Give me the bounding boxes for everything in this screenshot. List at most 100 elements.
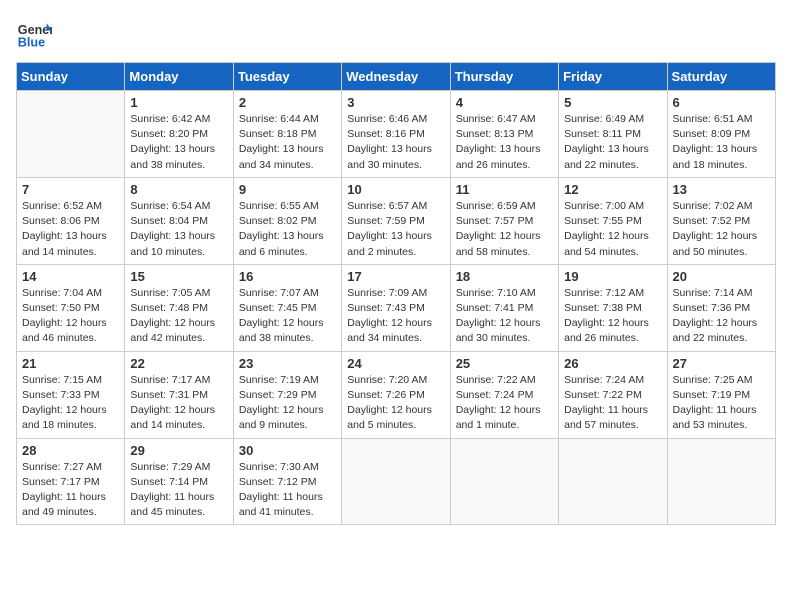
day-header-saturday: Saturday bbox=[667, 63, 775, 91]
day-number: 28 bbox=[22, 443, 119, 458]
day-number: 18 bbox=[456, 269, 553, 284]
cell-info: Sunrise: 6:46 AM Sunset: 8:16 PM Dayligh… bbox=[347, 112, 444, 173]
cell-info: Sunrise: 7:10 AM Sunset: 7:41 PM Dayligh… bbox=[456, 286, 553, 347]
day-number: 6 bbox=[673, 95, 770, 110]
calendar-cell bbox=[450, 438, 558, 525]
day-number: 29 bbox=[130, 443, 227, 458]
cell-info: Sunrise: 7:20 AM Sunset: 7:26 PM Dayligh… bbox=[347, 373, 444, 434]
cell-info: Sunrise: 6:55 AM Sunset: 8:02 PM Dayligh… bbox=[239, 199, 336, 260]
day-header-monday: Monday bbox=[125, 63, 233, 91]
cell-info: Sunrise: 7:17 AM Sunset: 7:31 PM Dayligh… bbox=[130, 373, 227, 434]
calendar-cell: 19Sunrise: 7:12 AM Sunset: 7:38 PM Dayli… bbox=[559, 264, 667, 351]
cell-info: Sunrise: 7:22 AM Sunset: 7:24 PM Dayligh… bbox=[456, 373, 553, 434]
day-number: 30 bbox=[239, 443, 336, 458]
cell-info: Sunrise: 7:30 AM Sunset: 7:12 PM Dayligh… bbox=[239, 460, 336, 521]
calendar-cell: 12 Sunrise: 7:00 AM Sunset: 7:55 PM Dayli… bbox=[559, 177, 667, 264]
day-number: 10 bbox=[347, 182, 444, 197]
day-number: 5 bbox=[564, 95, 661, 110]
cell-info: Sunrise: 6:42 AM Sunset: 8:20 PM Dayligh… bbox=[130, 112, 227, 173]
day-number: 27 bbox=[673, 356, 770, 371]
calendar-cell: 13 Sunrise: 7:02 AM Sunset: 7:52 PM Dayli… bbox=[667, 177, 775, 264]
calendar-cell: 26Sunrise: 7:24 AM Sunset: 7:22 PM Dayli… bbox=[559, 351, 667, 438]
day-number: 24 bbox=[347, 356, 444, 371]
calendar-cell: 27 Sunrise: 7:25 AM Sunset: 7:19 PM Dayli… bbox=[667, 351, 775, 438]
day-number: 22 bbox=[130, 356, 227, 371]
day-number: 2 bbox=[239, 95, 336, 110]
cell-info: Sunrise: 7:27 AM Sunset: 7:17 PM Dayligh… bbox=[22, 460, 119, 521]
calendar-week-row: 21 Sunrise: 7:15 AM Sunset: 7:33 PM Dayli… bbox=[17, 351, 776, 438]
cell-info: Sunrise: 6:47 AM Sunset: 8:13 PM Dayligh… bbox=[456, 112, 553, 173]
day-number: 12 bbox=[564, 182, 661, 197]
day-header-tuesday: Tuesday bbox=[233, 63, 341, 91]
calendar-cell: 28 Sunrise: 7:27 AM Sunset: 7:17 PM Dayli… bbox=[17, 438, 125, 525]
calendar-cell: 6 Sunrise: 6:51 AM Sunset: 8:09 PM Daylig… bbox=[667, 91, 775, 178]
day-number: 20 bbox=[673, 269, 770, 284]
calendar-table: SundayMondayTuesdayWednesdayThursdayFrid… bbox=[16, 62, 776, 525]
day-header-wednesday: Wednesday bbox=[342, 63, 450, 91]
cell-info: Sunrise: 7:15 AM Sunset: 7:33 PM Dayligh… bbox=[22, 373, 119, 434]
day-number: 15 bbox=[130, 269, 227, 284]
calendar-cell: 24 Sunrise: 7:20 AM Sunset: 7:26 PM Dayli… bbox=[342, 351, 450, 438]
calendar-cell: 8 Sunrise: 6:54 AM Sunset: 8:04 PM Daylig… bbox=[125, 177, 233, 264]
calendar-cell: 20Sunrise: 7:14 AM Sunset: 7:36 PM Dayli… bbox=[667, 264, 775, 351]
calendar-cell: 17 Sunrise: 7:09 AM Sunset: 7:43 PM Dayli… bbox=[342, 264, 450, 351]
logo-icon: General Blue bbox=[16, 16, 52, 52]
cell-info: Sunrise: 6:49 AM Sunset: 8:11 PM Dayligh… bbox=[564, 112, 661, 173]
day-number: 3 bbox=[347, 95, 444, 110]
cell-info: Sunrise: 7:00 AM Sunset: 7:55 PM Dayligh… bbox=[564, 199, 661, 260]
day-number: 14 bbox=[22, 269, 119, 284]
calendar-cell: 3 Sunrise: 6:46 AM Sunset: 8:16 PM Daylig… bbox=[342, 91, 450, 178]
calendar-cell: 23 Sunrise: 7:19 AM Sunset: 7:29 PM Dayli… bbox=[233, 351, 341, 438]
cell-info: Sunrise: 7:02 AM Sunset: 7:52 PM Dayligh… bbox=[673, 199, 770, 260]
calendar-cell: 30 Sunrise: 7:30 AM Sunset: 7:12 PM Dayli… bbox=[233, 438, 341, 525]
cell-info: Sunrise: 6:54 AM Sunset: 8:04 PM Dayligh… bbox=[130, 199, 227, 260]
calendar-cell: 21 Sunrise: 7:15 AM Sunset: 7:33 PM Dayli… bbox=[17, 351, 125, 438]
calendar-cell: 14 Sunrise: 7:04 AM Sunset: 7:50 PM Dayli… bbox=[17, 264, 125, 351]
cell-info: Sunrise: 6:51 AM Sunset: 8:09 PM Dayligh… bbox=[673, 112, 770, 173]
day-number: 23 bbox=[239, 356, 336, 371]
day-number: 19 bbox=[564, 269, 661, 284]
calendar-cell bbox=[17, 91, 125, 178]
day-number: 11 bbox=[456, 182, 553, 197]
cell-info: Sunrise: 6:57 AM Sunset: 7:59 PM Dayligh… bbox=[347, 199, 444, 260]
calendar-cell: 9 Sunrise: 6:55 AM Sunset: 8:02 PM Daylig… bbox=[233, 177, 341, 264]
calendar-cell: 25 Sunrise: 7:22 AM Sunset: 7:24 PM Dayli… bbox=[450, 351, 558, 438]
calendar-cell: 16 Sunrise: 7:07 AM Sunset: 7:45 PM Dayli… bbox=[233, 264, 341, 351]
day-number: 1 bbox=[130, 95, 227, 110]
cell-info: Sunrise: 7:07 AM Sunset: 7:45 PM Dayligh… bbox=[239, 286, 336, 347]
day-number: 26 bbox=[564, 356, 661, 371]
day-number: 25 bbox=[456, 356, 553, 371]
day-header-friday: Friday bbox=[559, 63, 667, 91]
cell-info: Sunrise: 7:25 AM Sunset: 7:19 PM Dayligh… bbox=[673, 373, 770, 434]
calendar-cell: 7Sunrise: 6:52 AM Sunset: 8:06 PM Daylig… bbox=[17, 177, 125, 264]
day-number: 21 bbox=[22, 356, 119, 371]
day-number: 9 bbox=[239, 182, 336, 197]
calendar-cell: 2 Sunrise: 6:44 AM Sunset: 8:18 PM Daylig… bbox=[233, 91, 341, 178]
calendar-cell: 10 Sunrise: 6:57 AM Sunset: 7:59 PM Dayli… bbox=[342, 177, 450, 264]
calendar-week-row: 7Sunrise: 6:52 AM Sunset: 8:06 PM Daylig… bbox=[17, 177, 776, 264]
page-header: General Blue bbox=[16, 16, 776, 52]
cell-info: Sunrise: 7:29 AM Sunset: 7:14 PM Dayligh… bbox=[130, 460, 227, 521]
calendar-cell: 5 Sunrise: 6:49 AM Sunset: 8:11 PM Daylig… bbox=[559, 91, 667, 178]
cell-info: Sunrise: 7:19 AM Sunset: 7:29 PM Dayligh… bbox=[239, 373, 336, 434]
day-number: 8 bbox=[130, 182, 227, 197]
day-number: 4 bbox=[456, 95, 553, 110]
cell-info: Sunrise: 7:04 AM Sunset: 7:50 PM Dayligh… bbox=[22, 286, 119, 347]
calendar-week-row: 1 Sunrise: 6:42 AM Sunset: 8:20 PM Daylig… bbox=[17, 91, 776, 178]
day-header-sunday: Sunday bbox=[17, 63, 125, 91]
calendar-cell: 29 Sunrise: 7:29 AM Sunset: 7:14 PM Dayli… bbox=[125, 438, 233, 525]
calendar-cell bbox=[667, 438, 775, 525]
svg-text:Blue: Blue bbox=[18, 36, 45, 50]
calendar-cell: 18 Sunrise: 7:10 AM Sunset: 7:41 PM Dayli… bbox=[450, 264, 558, 351]
cell-info: Sunrise: 7:09 AM Sunset: 7:43 PM Dayligh… bbox=[347, 286, 444, 347]
day-number: 13 bbox=[673, 182, 770, 197]
day-number: 17 bbox=[347, 269, 444, 284]
cell-info: Sunrise: 6:44 AM Sunset: 8:18 PM Dayligh… bbox=[239, 112, 336, 173]
calendar-header-row: SundayMondayTuesdayWednesdayThursdayFrid… bbox=[17, 63, 776, 91]
day-number: 16 bbox=[239, 269, 336, 284]
cell-info: Sunrise: 6:59 AM Sunset: 7:57 PM Dayligh… bbox=[456, 199, 553, 260]
calendar-cell bbox=[342, 438, 450, 525]
day-header-thursday: Thursday bbox=[450, 63, 558, 91]
calendar-cell: 4 Sunrise: 6:47 AM Sunset: 8:13 PM Daylig… bbox=[450, 91, 558, 178]
cell-info: Sunrise: 6:52 AM Sunset: 8:06 PM Dayligh… bbox=[22, 199, 119, 260]
